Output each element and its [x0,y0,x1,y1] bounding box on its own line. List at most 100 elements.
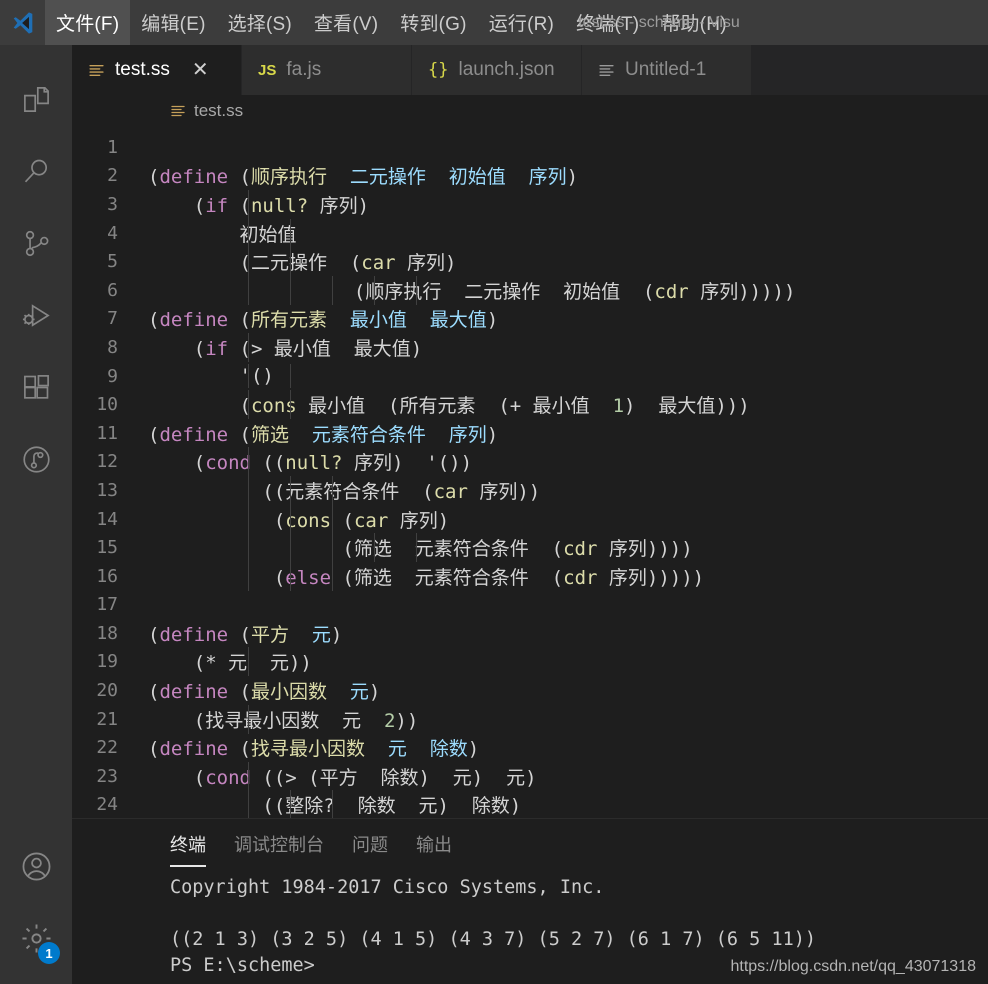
code-line[interactable]: 15 (筛选 元素符合条件 (cdr 序列)))) [72,533,988,563]
indent-guide [332,561,333,591]
code-line[interactable]: 3 (if (null? 序列) [72,189,988,219]
tab-test-ss[interactable]: test.ss ✕ [72,45,242,95]
breadcrumb[interactable]: test.ss [72,95,988,127]
code-token: ((> (平方 除数) 元) 元) [250,766,537,789]
panel-tab-debug-console[interactable]: 调试控制台 [234,831,324,867]
source-control-icon[interactable] [0,207,72,279]
code-token: 顺序执行 [250,166,327,189]
line-number: 16 [96,565,118,587]
search-icon[interactable] [0,135,72,207]
code-line[interactable]: 11 (define (筛选 元素符合条件 序列) [72,419,988,448]
panel-tab-output[interactable]: 输出 [416,831,452,867]
line-number: 18 [96,622,118,644]
indent-guide [290,218,291,248]
menu-file[interactable]: 文件(F) [45,0,131,45]
code-token: 最小值 最大值 [349,309,487,332]
menu-edit[interactable]: 编辑(E) [130,0,216,45]
line-number: 23 [96,765,118,787]
indent-guide [248,447,249,477]
code-token: (筛选 元素符合条件 ( [331,566,564,589]
code-token: ) [566,166,579,189]
code-token: ( [228,309,251,332]
indent-guide [290,533,291,563]
tab-launch-json[interactable]: {} launch.json [412,45,582,95]
code-line[interactable]: 23 (cond ((> (平方 除数) 元) 元) [72,761,988,791]
code-token: cons [285,509,332,532]
code-line[interactable]: 4 初始值 [72,218,988,248]
code-line[interactable]: 16 (else (筛选 元素符合条件 (cdr 序列))))) [72,561,988,591]
menu-view[interactable]: 查看(V) [303,0,389,45]
code-line[interactable]: 22 (define (找寻最小因数 元 除数) [72,733,988,762]
code-line[interactable]: 12 (cond ((null? 序列) '()) [72,447,988,477]
tab-label: launch.json [458,59,555,80]
explorer-icon[interactable] [0,63,72,135]
scheme-file-icon [170,103,186,119]
code-line[interactable]: 6 (顺序执行 二元操作 初始值 (cdr 序列))))) [72,275,988,305]
panel-tab-terminal[interactable]: 终端 [170,831,206,867]
code-token: define [159,309,229,332]
line-number: 24 [96,794,118,816]
indent-guide [416,533,417,563]
gitlens-icon[interactable] [0,423,72,495]
code-line[interactable]: 20 (define (最小因数 元) [72,676,988,705]
code-token: ( [148,166,160,189]
code-line[interactable]: 10 (cons 最小值 (所有元素 (+ 最小值 1) 最大值))) [72,390,988,420]
line-number: 17 [96,594,118,616]
indent-guide [290,364,291,389]
menu-run[interactable]: 运行(R) [478,0,565,45]
code-token: ) [330,623,343,646]
code-line[interactable]: 8 (if (> 最小值 最大值) [72,332,988,362]
code-token: ( [148,566,286,589]
panel-tab-bar: 终端 调试控制台 问题 输出 [72,819,988,867]
indent-guide [248,533,249,563]
code-token: ( [228,423,251,446]
menu-terminal[interactable]: 终端(T) [565,0,650,45]
code-line[interactable]: 21 (找寻最小因数 元 2)) [72,704,988,734]
gear-icon[interactable]: 1 [0,902,72,974]
code-token: car [361,252,396,275]
tab-fa-js[interactable]: JS fa.js [242,45,412,95]
indent-guide [248,218,249,248]
line-number: 5 [107,251,118,273]
line-number: 14 [96,508,118,530]
code-line-text: (else (筛选 元素符合条件 (cdr 序列))))) [130,561,988,591]
menu-help[interactable]: 帮助(H) [650,0,737,45]
code-line[interactable]: 14 (cons (car 序列) [72,504,988,534]
code-line[interactable]: 18 (define (平方 元) [72,619,988,648]
code-line-text: (cond ((null? 序列) '()) [130,447,988,477]
code-line-text: (二元操作 (car 序列) [130,247,988,277]
tab-label: fa.js [286,59,322,80]
code-line-text: (顺序执行 二元操作 初始值 (cdr 序列))))) [130,275,988,305]
code-line[interactable]: 24 ((整除? 除数 元) 除数) [72,790,988,818]
code-line[interactable]: 2 (define (顺序执行 二元操作 初始值 序列) [72,162,988,191]
vscode-window: 文件(F) 编辑(E) 选择(S) 查看(V) 转到(G) 运行(R) 终端(T… [0,0,988,984]
code-line-text: (if (> 最小值 最大值) [130,332,988,362]
code-line[interactable]: 7 (define (所有元素 最小值 最大值) [72,305,988,334]
panel-tab-problems[interactable]: 问题 [352,831,388,867]
line-number: 3 [107,193,118,215]
close-icon[interactable]: ✕ [192,60,209,80]
account-icon[interactable] [0,830,72,902]
menu-go[interactable]: 转到(G) [389,0,477,45]
code-line[interactable]: 19 (* 元 元)) [72,647,988,677]
code-token: ) [486,309,499,332]
code-line[interactable]: 17 [72,591,988,620]
run-debug-icon[interactable] [0,279,72,351]
code-token: ( [148,337,206,360]
code-line[interactable]: 9 '() [72,362,988,391]
code-token: ( [228,681,251,704]
menu-selection[interactable]: 选择(S) [217,0,303,45]
indent-guide [248,647,249,677]
extensions-icon[interactable] [0,351,72,423]
line-number: 1 [107,136,118,158]
code-line[interactable]: 5 (二元操作 (car 序列) [72,247,988,277]
tab-untitled-1[interactable]: Untitled-1 [582,45,752,95]
code-line[interactable]: 13 ((元素符合条件 (car 序列)) [72,475,988,505]
code-token: 序列) [308,194,370,217]
code-token: (筛选 元素符合条件 ( [148,538,564,561]
code-line[interactable]: 1 [72,133,988,162]
code-editor[interactable]: 1 2 (define (顺序执行 二元操作 初始值 序列) 3 (if (null?… [72,127,988,818]
